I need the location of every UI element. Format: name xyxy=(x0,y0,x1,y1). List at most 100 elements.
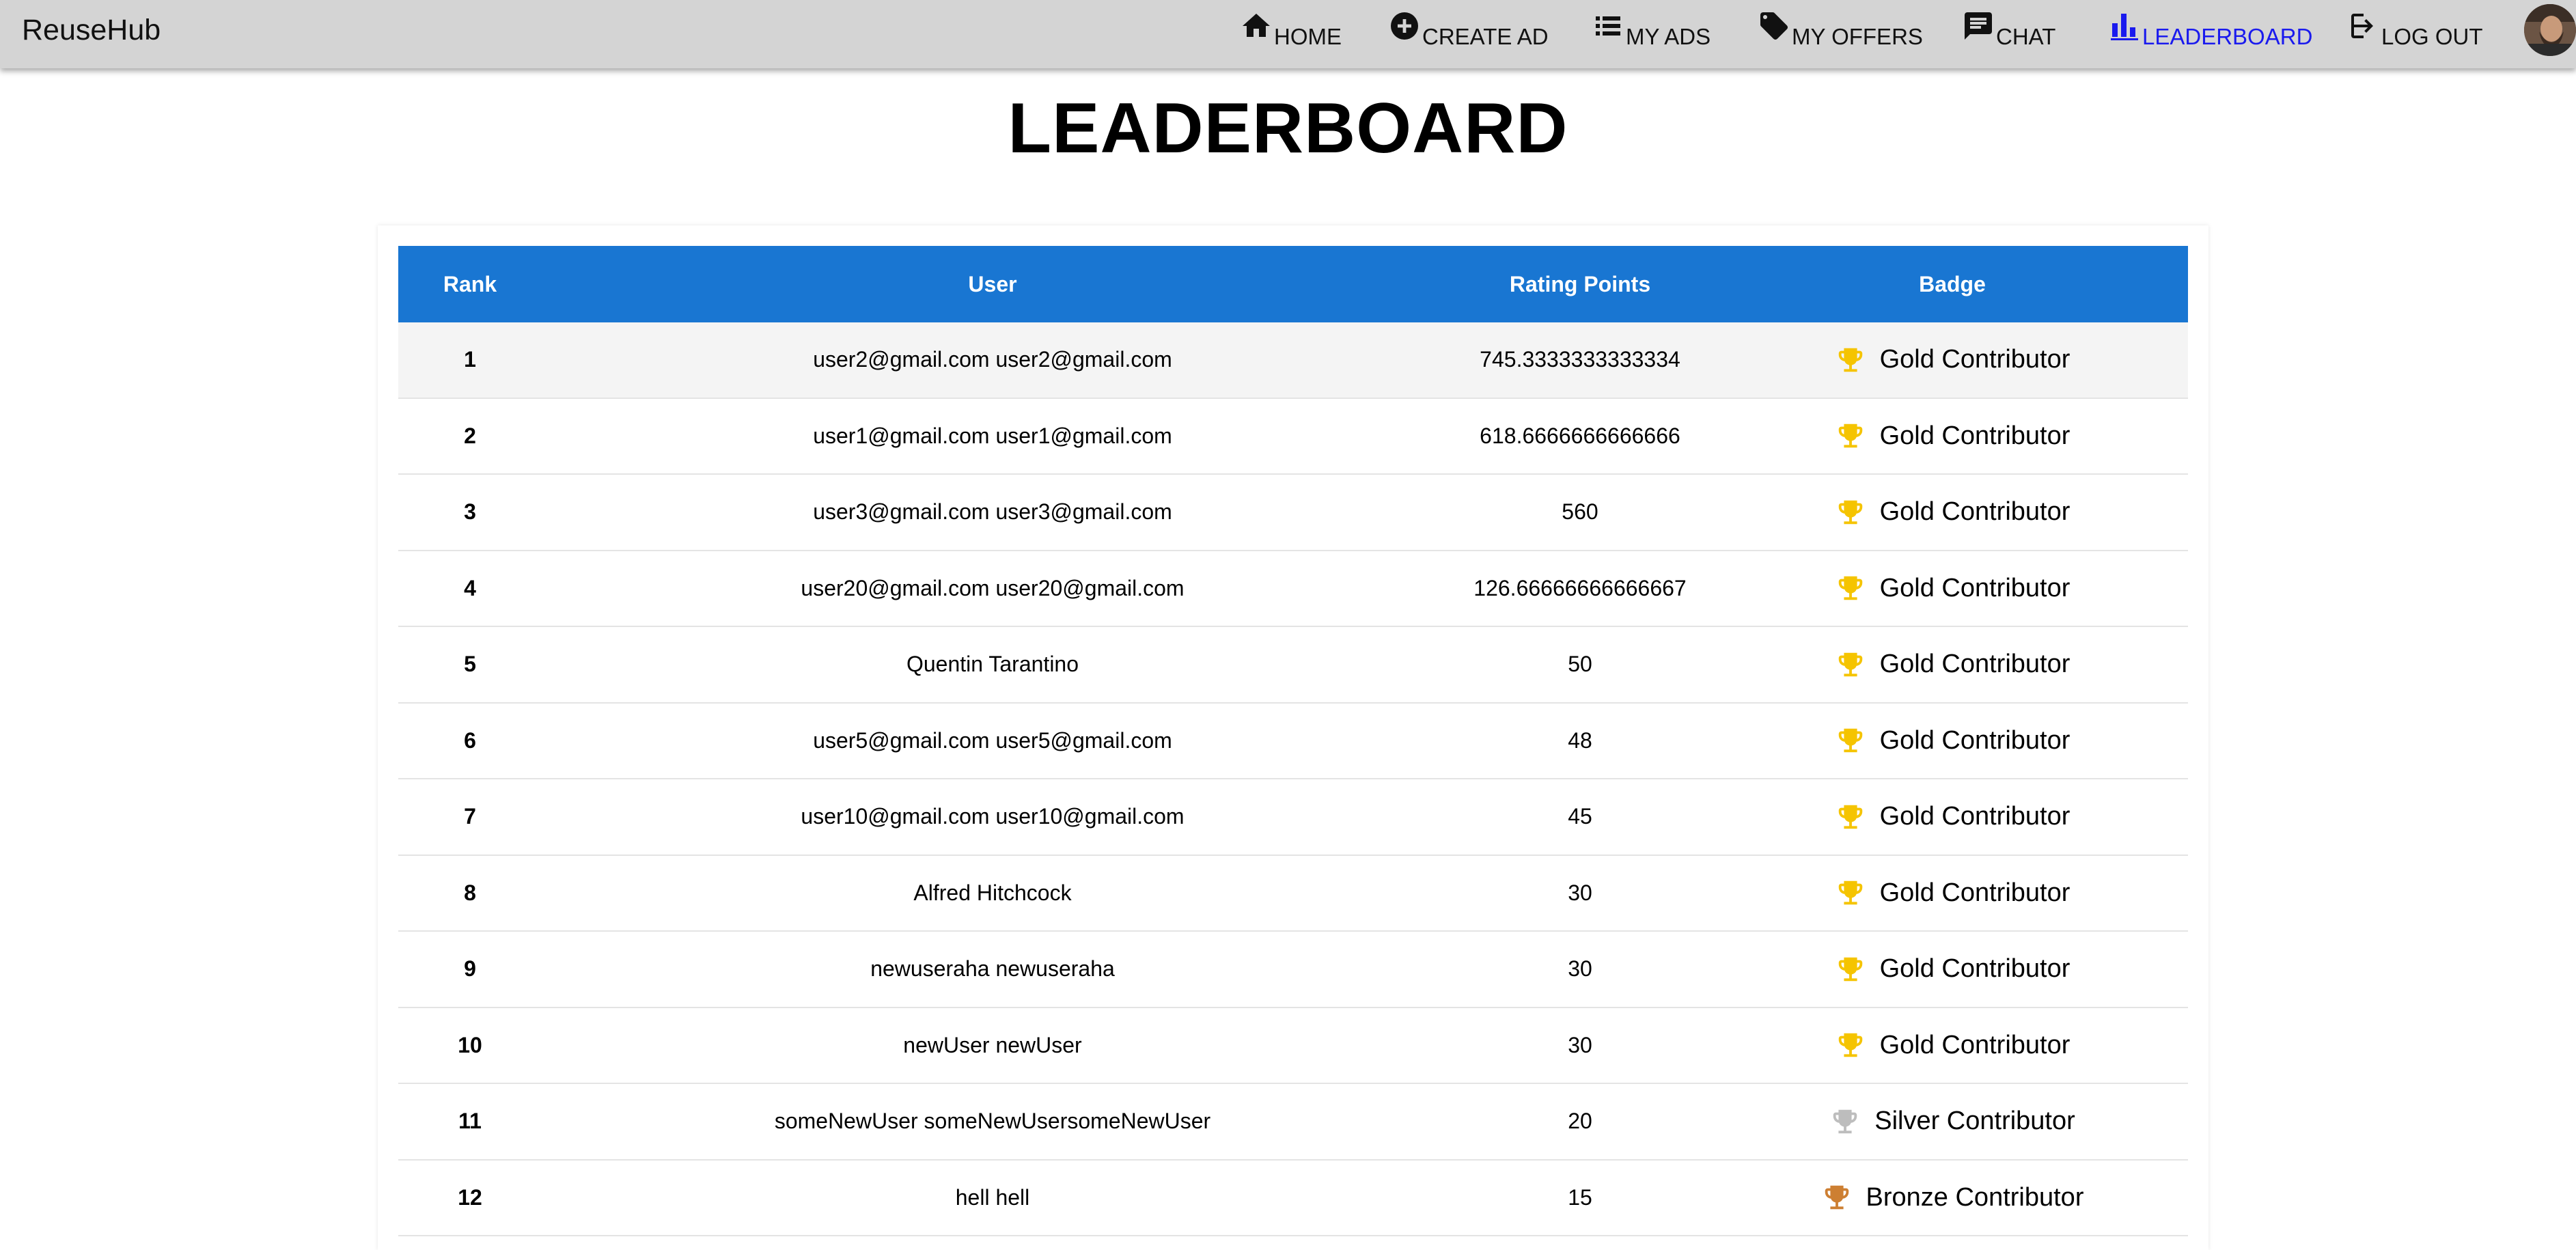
table-row: 1 user2@gmail.com user2@gmail.com 745.3333… xyxy=(398,322,2188,399)
rank-cell: 9 xyxy=(464,956,476,982)
badge-cell: Gold Contributor xyxy=(1717,1029,2188,1061)
trophy-icon xyxy=(1835,344,1866,376)
top-navbar: ReuseHub HOME CREATE AD MY ADS MY OFFERS… xyxy=(0,0,2576,68)
badge-cell: Silver Contributor xyxy=(1717,1106,2188,1137)
badge-label: Gold Contributor xyxy=(1879,573,2071,602)
rank-cell: 5 xyxy=(464,652,476,677)
user-cell: user20@gmail.com user20@gmail.com xyxy=(801,575,1185,600)
badge-label: Gold Contributor xyxy=(1879,497,2071,527)
user-cell: user2@gmail.com user2@gmail.com xyxy=(813,347,1172,372)
user-cell: Quentin Tarantino xyxy=(906,652,1079,677)
table-row: 10 newUser newUser 30 Gold Contributor xyxy=(398,1008,2188,1084)
badge-cell: Gold Contributor xyxy=(1717,649,2188,680)
badge-cell: Bronze Contributor xyxy=(1717,1182,2188,1213)
user-cell: Alfred Hitchcock xyxy=(913,880,1072,905)
user-cell: someNewUser someNewUsersomeNewUser xyxy=(774,1109,1211,1134)
rating-points-cell: 20 xyxy=(1568,1109,1592,1134)
nav-home-label: HOME xyxy=(1274,24,1342,49)
rating-points-cell: 45 xyxy=(1568,804,1592,829)
header-badge[interactable]: Badge xyxy=(1717,272,2188,297)
table-row: 2 user1@gmail.com user1@gmail.com 618.6666… xyxy=(398,399,2188,475)
page-title: LEADERBOARD xyxy=(1008,89,1568,168)
header-user[interactable]: User xyxy=(542,272,1443,297)
badge-cell: Gold Contributor xyxy=(1717,572,2188,604)
rank-cell: 12 xyxy=(458,1184,482,1210)
nav-leaderboard-label: LEADERBOARD xyxy=(2142,24,2313,49)
nav-chat[interactable]: CHAT xyxy=(1962,10,2055,51)
rating-points-cell: 48 xyxy=(1568,727,1592,753)
rank-cell: 2 xyxy=(464,423,476,448)
nav-my-ads-label: MY ADS xyxy=(1626,24,1711,49)
trophy-icon xyxy=(1821,1182,1853,1213)
trophy-icon xyxy=(1835,725,1866,756)
trophy-icon xyxy=(1829,1106,1861,1137)
trophy-icon xyxy=(1835,954,1866,985)
header-rank[interactable]: Rank xyxy=(398,272,542,297)
badge-cell: Gold Contributor xyxy=(1717,420,2188,452)
nav-home[interactable]: HOME xyxy=(1240,10,1342,51)
nav-leaderboard[interactable]: LEADERBOARD xyxy=(2108,10,2312,51)
trophy-icon xyxy=(1835,497,1866,528)
user-cell: hell hell xyxy=(955,1184,1030,1210)
rating-points-cell: 30 xyxy=(1568,1032,1592,1057)
table-row: 4 user20@gmail.com user20@gmail.com 126.66… xyxy=(398,551,2188,627)
nav-create-ad[interactable]: CREATE AD xyxy=(1388,10,1549,51)
user-avatar[interactable] xyxy=(2524,4,2576,56)
user-cell: newuseraha newuseraha xyxy=(870,956,1115,982)
rating-points-cell: 30 xyxy=(1568,880,1592,905)
nav-log-out-label: LOG OUT xyxy=(2381,24,2483,49)
table-header: Rank User Rating Points Badge xyxy=(398,246,2188,322)
logout-icon xyxy=(2347,10,2380,42)
table-row: 6 user5@gmail.com user5@gmail.com 48 Gold C… xyxy=(398,704,2188,779)
tag-icon xyxy=(1758,10,1790,42)
table-row: 9 newuseraha newuseraha 30 Gold Contributor xyxy=(398,932,2188,1008)
badge-cell: Gold Contributor xyxy=(1717,954,2188,985)
user-cell: user5@gmail.com user5@gmail.com xyxy=(813,727,1172,753)
trophy-icon xyxy=(1835,572,1866,604)
nav-my-offers[interactable]: MY OFFERS xyxy=(1758,10,1923,51)
leaderboard-table: Rank User Rating Points Badge 1 user2@gma… xyxy=(398,246,2188,1236)
rank-cell: 10 xyxy=(458,1032,482,1057)
badge-label: Gold Contributor xyxy=(1879,802,2071,831)
badge-cell: Gold Contributor xyxy=(1717,497,2188,528)
rating-points-cell: 126.66666666666667 xyxy=(1473,575,1687,600)
badge-cell: Gold Contributor xyxy=(1717,877,2188,908)
badge-label: Gold Contributor xyxy=(1879,345,2071,374)
trophy-icon xyxy=(1835,649,1866,680)
header-rating-points[interactable]: Rating Points xyxy=(1443,272,1717,297)
rank-cell: 3 xyxy=(464,499,476,525)
add-circle-icon xyxy=(1388,10,1421,42)
rating-points-cell: 15 xyxy=(1568,1184,1592,1210)
badge-label: Silver Contributor xyxy=(1874,1107,2075,1136)
rank-cell: 11 xyxy=(458,1109,482,1134)
rank-cell: 8 xyxy=(464,880,476,905)
list-icon xyxy=(1592,10,1624,42)
badge-label: Gold Contributor xyxy=(1879,650,2071,679)
rating-points-cell: 618.6666666666666 xyxy=(1480,423,1680,448)
nav-chat-label: CHAT xyxy=(1996,24,2056,49)
rank-cell: 7 xyxy=(464,804,476,829)
bar-chart-icon xyxy=(2108,10,2141,42)
user-cell: newUser newUser xyxy=(903,1032,1082,1057)
table-row: 8 Alfred Hitchcock 30 Gold Contributor xyxy=(398,856,2188,932)
rating-points-cell: 50 xyxy=(1568,652,1592,677)
badge-label: Bronze Contributor xyxy=(1866,1182,2084,1212)
badge-label: Gold Contributor xyxy=(1879,725,2071,755)
brand-logo[interactable]: ReuseHub xyxy=(22,14,161,46)
nav-my-offers-label: MY OFFERS xyxy=(1792,24,1923,49)
nav-my-ads[interactable]: MY ADS xyxy=(1592,10,1711,51)
rating-points-cell: 560 xyxy=(1562,499,1598,525)
badge-label: Gold Contributor xyxy=(1879,421,2071,450)
trophy-icon xyxy=(1835,801,1866,833)
rank-cell: 6 xyxy=(464,727,476,753)
badge-cell: Gold Contributor xyxy=(1717,725,2188,756)
table-row: 7 user10@gmail.com user10@gmail.com 45 Gold… xyxy=(398,779,2188,856)
badge-label: Gold Contributor xyxy=(1879,954,2071,984)
badge-cell: Gold Contributor xyxy=(1717,801,2188,833)
table-row: 11 someNewUser someNewUsersomeNewUser 20 Si… xyxy=(398,1084,2188,1161)
trophy-icon xyxy=(1835,877,1866,908)
badge-label: Gold Contributor xyxy=(1879,1030,2071,1059)
user-cell: user3@gmail.com user3@gmail.com xyxy=(813,499,1172,525)
chat-icon xyxy=(1962,10,1995,42)
nav-log-out[interactable]: LOG OUT xyxy=(2347,10,2483,51)
